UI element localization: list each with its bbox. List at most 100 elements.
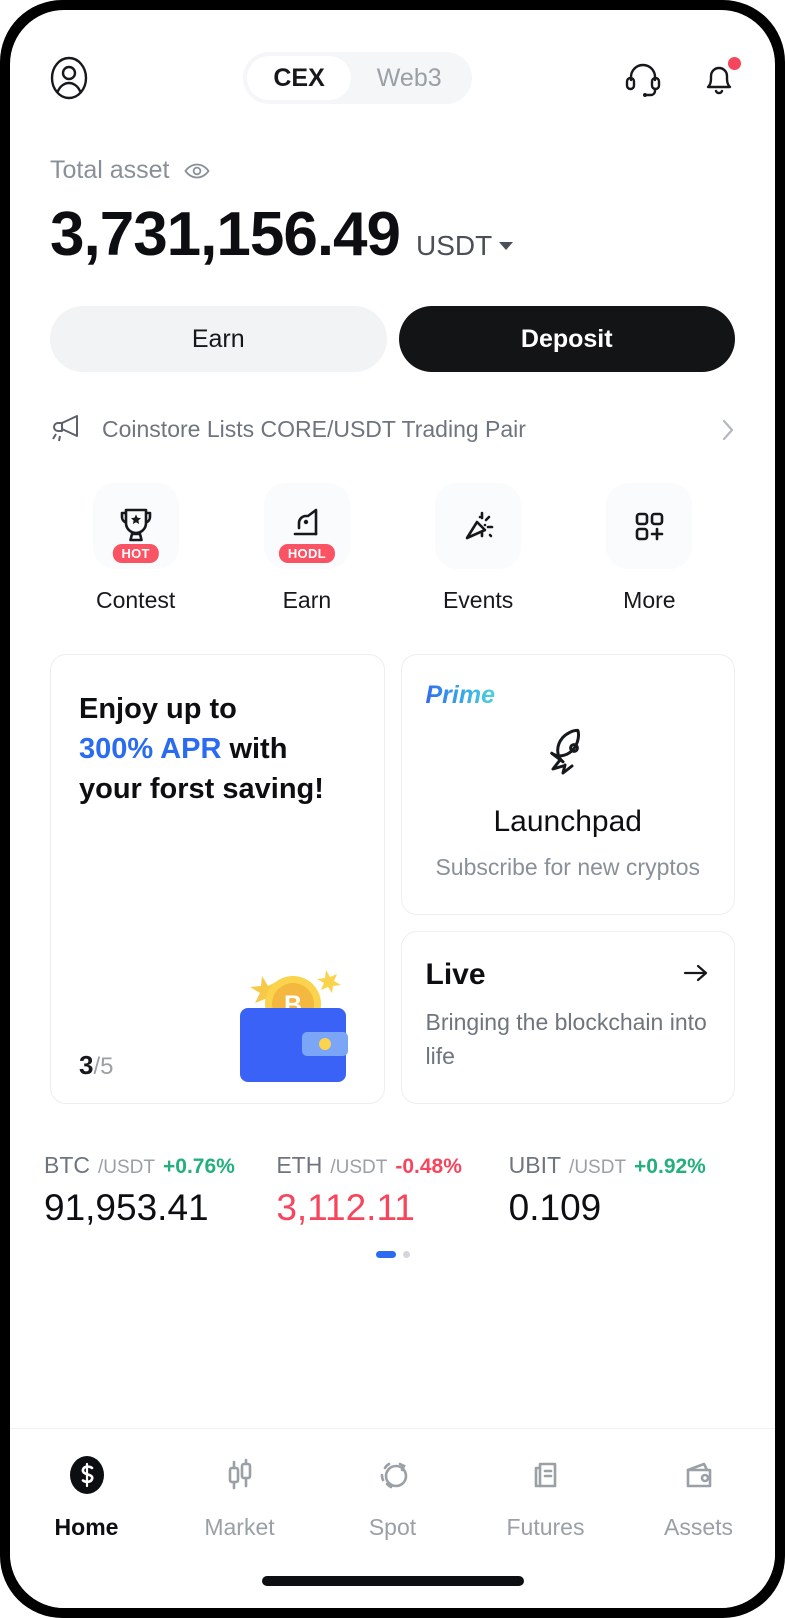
live-subtitle: Bringing the blockchain into life — [425, 1009, 707, 1069]
deposit-button[interactable]: Deposit — [398, 306, 735, 372]
quick-action-label-earn: Earn — [282, 587, 332, 613]
ticker-ubit-change: +0.92% — [634, 1155, 706, 1179]
earn-tile[interactable]: HODL — [263, 483, 350, 569]
ticker-eth-change: -0.48% — [395, 1155, 462, 1179]
app-header: CEX Web3 — [10, 28, 775, 128]
ticker-btc-price: 91,953.41 — [44, 1187, 209, 1229]
carousel-dot-2[interactable] — [402, 1251, 410, 1259]
live-title: Live — [425, 958, 486, 992]
promo-highlight: 300% APR — [79, 733, 222, 766]
promo-column: Enjoy up to 300% APR with your forst sav… — [50, 654, 385, 1105]
total-asset-label-row: Total asset — [50, 156, 735, 185]
earn-badge: HODL — [278, 544, 335, 563]
ticker-ubit[interactable]: UBIT /USDT +0.92% 0.109 — [509, 1152, 741, 1229]
promo-line-1: Enjoy up to — [79, 693, 237, 725]
nav-label-spot: Spot — [368, 1514, 417, 1540]
eye-icon[interactable] — [183, 162, 210, 180]
promo-headline: Enjoy up to 300% APR with your forst sav… — [79, 689, 356, 809]
quick-action-label-events: Events — [442, 587, 514, 613]
ticker-ubit-header: UBIT /USDT +0.92% — [509, 1152, 741, 1179]
primary-actions: Earn Deposit — [10, 270, 775, 372]
contest-tile[interactable]: HOT — [92, 483, 179, 569]
ticker-ubit-price: 0.109 — [508, 1187, 602, 1229]
ticker-btc[interactable]: BTC /USDT +0.76% 91,953.41 — [44, 1152, 276, 1229]
ticker-eth-quote: /USDT — [330, 1157, 388, 1179]
arrow-right-icon[interactable] — [682, 962, 710, 989]
ticker-eth-price: 3,112.11 — [276, 1187, 415, 1229]
nav-label-home: Home — [54, 1514, 119, 1540]
nav-item-futures[interactable]: Futures — [469, 1451, 622, 1541]
contest-badge: HOT — [112, 544, 159, 563]
tab-web3[interactable]: Web3 — [351, 56, 468, 100]
promo-line-2-rest: with — [221, 733, 288, 766]
market-tickers: BTC /USDT +0.76% 91,953.41 ETH /USDT -0.… — [10, 1104, 775, 1229]
announcement-bar[interactable]: Coinstore Lists CORE/USDT Trading Pair — [10, 372, 775, 447]
ticker-eth-base: ETH — [276, 1152, 323, 1179]
quick-action-label-more: More — [623, 587, 676, 613]
carousel-dot-1[interactable] — [375, 1251, 396, 1259]
wallet-coin-icon: B — [218, 952, 368, 1087]
user-circle-icon[interactable] — [44, 53, 94, 103]
nav-item-assets[interactable]: Assets — [622, 1451, 775, 1541]
home-indicator — [261, 1576, 524, 1586]
nav-label-market: Market — [204, 1514, 275, 1540]
headset-icon[interactable] — [621, 56, 665, 100]
launchpad-subtitle: Subscribe for new cryptos — [435, 854, 701, 880]
currency-label: USDT — [416, 230, 493, 261]
nav-item-market[interactable]: Market — [163, 1451, 316, 1541]
nav-label-assets: Assets — [663, 1514, 734, 1540]
chevron-down-icon — [499, 242, 514, 250]
tab-cex[interactable]: CEX — [247, 56, 351, 100]
launchpad-title: Launchpad — [493, 805, 642, 838]
quick-action-events[interactable]: Events — [393, 483, 564, 614]
ticker-ubit-base: UBIT — [508, 1152, 562, 1179]
ticker-ubit-quote: /USDT — [569, 1157, 627, 1179]
document-chart-icon — [522, 1451, 570, 1504]
live-card[interactable]: Live Bringing the blockchain into life — [400, 931, 735, 1105]
balance-amount: 3,731,156.49 — [50, 200, 401, 269]
currency-selector[interactable]: USDT — [416, 230, 514, 262]
total-asset-section: Total asset 3,731,156.49 USDT — [10, 128, 775, 270]
promo-counter-current: 3 — [79, 1050, 94, 1081]
coinstore-logo-icon — [63, 1451, 111, 1504]
rocket-icon — [538, 724, 598, 789]
ticker-btc-header: BTC /USDT +0.76% — [44, 1152, 276, 1179]
phone-frame: CEX Web3 Total asset 3,731,156.49 USDT E… — [0, 0, 785, 1618]
chevron-right-icon[interactable] — [721, 418, 735, 442]
nav-item-spot[interactable]: Spot — [316, 1451, 469, 1541]
nav-label-futures: Futures — [506, 1514, 585, 1540]
events-tile[interactable] — [435, 483, 522, 569]
ticker-btc-quote: /USDT — [98, 1157, 155, 1179]
quick-action-contest[interactable]: HOT Contest — [50, 483, 221, 614]
announcement-text: Coinstore Lists CORE/USDT Trading Pair — [102, 416, 526, 442]
ticker-btc-change: +0.76% — [163, 1155, 235, 1179]
promo-counter-total: /5 — [93, 1053, 114, 1081]
side-cards-column: Prime Launchpad Subscribe for new crypto… — [400, 654, 735, 1105]
notification-dot-badge — [728, 57, 742, 70]
ticker-eth[interactable]: ETH /USDT -0.48% 3,112.11 — [276, 1152, 508, 1229]
balance-row: 3,731,156.49 USDT — [50, 199, 735, 270]
bell-icon[interactable] — [697, 56, 742, 100]
quick-action-label-contest: Contest — [95, 587, 176, 613]
quick-action-earn[interactable]: HODL Earn — [221, 483, 392, 614]
header-icon-group — [621, 56, 742, 100]
swap-circles-icon — [369, 1451, 417, 1504]
launchpad-card[interactable]: Prime Launchpad Subscribe for new crypto… — [400, 654, 735, 916]
nav-item-home[interactable]: Home — [10, 1451, 163, 1541]
prime-tag: Prime — [425, 681, 495, 709]
promo-cards-grid: Enjoy up to 300% APR with your forst sav… — [10, 614, 775, 1105]
savings-promo-card[interactable]: Enjoy up to 300% APR with your forst sav… — [50, 654, 385, 1105]
carousel-pagination — [10, 1251, 775, 1259]
earn-button[interactable]: Earn — [50, 306, 387, 372]
more-tile[interactable] — [606, 483, 693, 569]
quick-actions-grid: HOT Contest HODL Earn Events More — [10, 447, 775, 614]
ticker-eth-header: ETH /USDT -0.48% — [276, 1152, 508, 1179]
quick-action-more[interactable]: More — [564, 483, 735, 614]
live-card-header: Live — [426, 958, 711, 992]
total-asset-label: Total asset — [50, 156, 170, 184]
phone-screen: CEX Web3 Total asset 3,731,156.49 USDT E… — [10, 10, 775, 1608]
ticker-btc-base: BTC — [44, 1152, 90, 1179]
market-mode-tabs: CEX Web3 — [243, 52, 472, 104]
wallet-icon — [675, 1451, 723, 1504]
promo-line-3: your forst saving! — [79, 773, 324, 806]
